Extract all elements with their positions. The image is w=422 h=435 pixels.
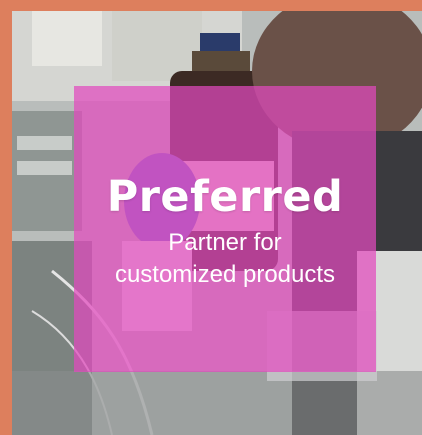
headline-overlay: Preferred Partner for customized product… <box>74 86 376 372</box>
card-title: Preferred <box>106 172 344 223</box>
card-subtitle-line-1: Partner for <box>168 229 282 257</box>
promo-card[interactable]: Preferred Partner for customized product… <box>0 0 422 435</box>
card-subtitle-line-2: customized products <box>114 260 336 288</box>
card-subtitle: Partner for customized products <box>115 227 335 289</box>
